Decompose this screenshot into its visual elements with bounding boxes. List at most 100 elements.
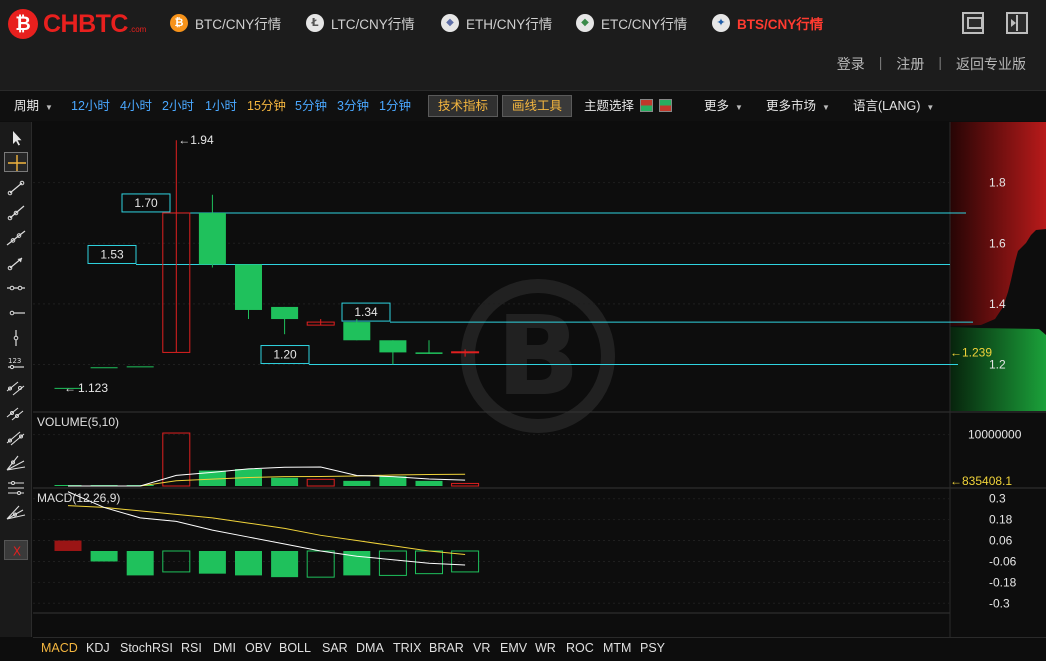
interval-1m[interactable]: 1分钟 [379, 97, 411, 115]
market-tab-etc[interactable]: ETC/CNY行情 [576, 12, 687, 34]
tab-obv[interactable]: OBV [245, 641, 271, 655]
candlestick [343, 319, 371, 341]
period-dropdown[interactable]: 周期 ▼ [14, 97, 53, 115]
clear-icon: X [13, 545, 21, 559]
chart-toolbar: 周期 ▼ 12小时 4小时 2小时 1小时 15分钟 5分钟 3分钟 1分钟 技术… [0, 90, 1046, 121]
tab-trix[interactable]: TRIX [393, 641, 421, 655]
theme-red-green-icon[interactable] [640, 99, 654, 112]
volume-bar [271, 477, 299, 486]
ltc-coin-icon [306, 14, 324, 32]
candle-body [451, 351, 480, 354]
line-label: 1.70 [134, 196, 158, 210]
cursor-arrow-icon[interactable] [4, 128, 28, 148]
interval-12h[interactable]: 12小时 [71, 97, 110, 115]
tab-boll[interactable]: BOLL [279, 641, 311, 655]
market-tab-label: ETC/CNY行情 [601, 17, 688, 32]
high-price-label: 1.94 [190, 133, 214, 147]
candlestick-chart[interactable]: B 1.21.41.61.8← 1.239 10000000← 835408.1 0… [33, 122, 1046, 637]
tab-brar[interactable]: BRAR [429, 641, 464, 655]
tab-dmi[interactable]: DMI [213, 641, 236, 655]
period-label: 周期 [14, 99, 40, 113]
market-tab-bts[interactable]: BTS/CNY行情 [712, 12, 823, 34]
interval-5m[interactable]: 5分钟 [295, 97, 327, 115]
tab-macd[interactable]: MACD [41, 641, 78, 655]
interval-2h[interactable]: 2小时 [162, 97, 194, 115]
exit-fullscreen-icon[interactable] [1006, 12, 1028, 34]
price-tick-label: 1.6 [989, 236, 1006, 250]
arrow-line-icon[interactable] [4, 253, 28, 273]
fib-fan-icon[interactable] [4, 453, 28, 473]
tab-emv[interactable]: EMV [500, 641, 527, 655]
macd-tick-label: -0.3 [989, 596, 1010, 610]
candle-body [271, 306, 299, 320]
tab-roc[interactable]: ROC [566, 641, 594, 655]
horizontal-line-icon[interactable] [4, 278, 28, 298]
pitchfork-icon[interactable] [4, 503, 28, 523]
macd-histogram-bar [54, 540, 82, 551]
brand-logo[interactable]: CHBTC .com [8, 6, 158, 42]
theme-selector[interactable]: 主题选择 [584, 97, 673, 115]
clear-drawings-button[interactable]: X [4, 540, 28, 560]
tab-vr[interactable]: VR [473, 641, 490, 655]
register-link[interactable]: 注册 [896, 54, 924, 74]
segment-line-icon[interactable] [4, 178, 28, 198]
bts-coin-icon [712, 14, 730, 32]
vertical-line-icon[interactable] [4, 328, 28, 348]
interval-4h[interactable]: 4小时 [120, 97, 152, 115]
last-price-label: 1.239 [962, 346, 992, 360]
line-label: 1.53 [100, 247, 124, 261]
caret-down-icon: ▼ [822, 103, 830, 112]
market-tab-label: BTS/CNY行情 [737, 17, 824, 32]
fib-levels-icon[interactable] [4, 478, 28, 498]
more-markets-label: 更多市场 [766, 99, 817, 113]
candle-body [235, 264, 262, 310]
caret-down-icon: ▼ [45, 103, 53, 112]
brand-suffix: .com [129, 25, 147, 34]
candle-body [415, 352, 443, 354]
price-label-icon[interactable]: 123 [4, 353, 28, 373]
straight-line-icon[interactable] [4, 228, 28, 248]
ray-line-icon[interactable] [4, 203, 28, 223]
fibonacci-icon[interactable] [4, 428, 28, 448]
tab-rsi[interactable]: RSI [181, 641, 202, 655]
tab-psy[interactable]: PSY [640, 641, 665, 655]
tab-kdj[interactable]: KDJ [86, 641, 110, 655]
interval-3m[interactable]: 3分钟 [337, 97, 369, 115]
more-dropdown[interactable]: 更多 ▼ [704, 97, 743, 115]
fullscreen-icon[interactable] [962, 12, 984, 34]
tab-wr[interactable]: WR [535, 641, 556, 655]
candle-body [198, 212, 226, 265]
tab-stochrsi[interactable]: StochRSI [120, 641, 173, 655]
login-link[interactable]: 登录 [837, 54, 865, 74]
market-tab-btc[interactable]: BTC/CNY行情 [170, 12, 281, 34]
indicator-button[interactable]: 技术指标 [428, 95, 499, 117]
horizontal-ray-icon[interactable] [4, 303, 28, 323]
interval-1h[interactable]: 1小时 [205, 97, 237, 115]
theme-label: 主题选择 [584, 99, 635, 113]
pro-version-link[interactable]: 返回专业版 [956, 54, 1026, 74]
macd-histogram-bar [271, 551, 299, 578]
language-dropdown[interactable]: 语言(LANG) ▼ [853, 97, 934, 115]
tab-dma[interactable]: DMA [356, 641, 384, 655]
interval-15m[interactable]: 15分钟 [247, 97, 286, 115]
macd-histogram-bar [126, 551, 154, 576]
theme-green-red-icon[interactable] [659, 99, 673, 112]
tab-sar[interactable]: SAR [322, 641, 348, 655]
bitcoin-logo-icon [8, 9, 38, 39]
price-tick-label: 1.4 [989, 297, 1006, 311]
draw-tools-button[interactable]: 画线工具 [502, 95, 573, 117]
tab-mtm[interactable]: MTM [603, 641, 631, 655]
last-price-arrow-icon: ← [950, 346, 962, 360]
parallel-channel-icon[interactable] [4, 378, 28, 398]
candle-body [90, 367, 118, 369]
macd-tick-label: -0.18 [989, 575, 1017, 589]
crosshair-icon[interactable] [4, 152, 28, 172]
market-tab-ltc[interactable]: LTC/CNY行情 [306, 12, 415, 34]
market-tab-label: ETH/CNY行情 [466, 17, 553, 32]
account-links: 登录 | 注册 | 返回专业版 [837, 54, 1026, 74]
line-label: 1.20 [273, 348, 297, 362]
more-markets-dropdown[interactable]: 更多市场 ▼ [766, 97, 830, 115]
market-tab-eth[interactable]: ETH/CNY行情 [441, 12, 552, 34]
site-header: CHBTC .com BTC/CNY行情 LTC/CNY行情 ETH/CNY行情… [0, 0, 1046, 90]
channel-icon[interactable] [4, 403, 28, 423]
